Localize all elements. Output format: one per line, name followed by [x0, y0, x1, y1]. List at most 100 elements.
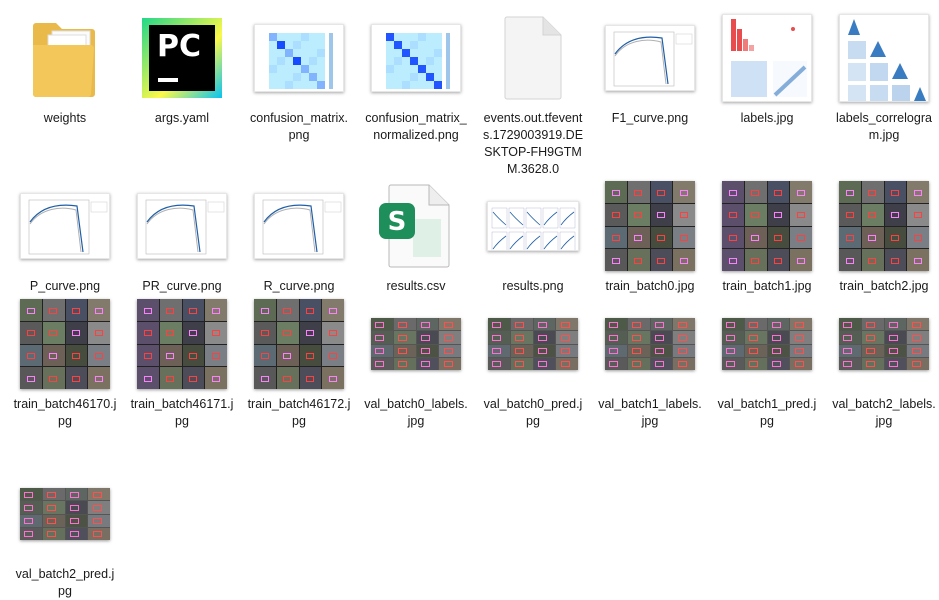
file-name-label: train_batch46171.jpg [130, 397, 234, 428]
file-item[interactable]: train_batch2.jpg [829, 180, 939, 295]
confusion-matrix-thumbnail [371, 24, 461, 92]
file-item[interactable]: train_batch46171.jpg [127, 298, 237, 430]
file-item[interactable]: val_batch0_pred.jpg [478, 298, 588, 430]
validation-batch-thumbnail [839, 318, 929, 370]
image-batch-thumbnail [839, 181, 929, 271]
file-name-label: events.out.tfevents.1729003919.DESKTOP-F… [482, 111, 584, 176]
curve-chart-thumbnail [20, 193, 110, 259]
validation-batch-thumbnail [605, 318, 695, 370]
file-item[interactable]: S results.csv [361, 180, 471, 295]
file-name-label: labels_correlogram.jpg [836, 111, 932, 142]
file-thumbnail [244, 298, 354, 390]
file-name-label: labels.jpg [740, 111, 794, 125]
file-name-label: args.yaml [154, 111, 210, 125]
curve-chart-thumbnail [605, 25, 695, 91]
file-item[interactable]: train_batch46170.jpg [10, 298, 120, 430]
results-plot-thumbnail [487, 201, 579, 251]
file-name-label: R_curve.png [263, 279, 335, 293]
file-item[interactable]: val_batch2_labels.jpg [829, 298, 939, 430]
file-item[interactable]: PC args.yaml [127, 12, 237, 127]
file-name-label: val_batch1_labels.jpg [598, 397, 702, 428]
image-batch-thumbnail [254, 299, 344, 389]
file-thumbnail [10, 180, 120, 272]
file-item[interactable]: val_batch2_pred.jpg [10, 468, 120, 600]
file-thumbnail [478, 12, 588, 104]
file-item[interactable]: results.png [478, 180, 588, 295]
file-item[interactable]: R_curve.png [244, 180, 354, 295]
curve-chart-thumbnail [254, 193, 344, 259]
file-name-label: results.csv [386, 279, 446, 293]
validation-batch-thumbnail [722, 318, 812, 370]
file-name-label: results.png [502, 279, 564, 293]
file-thumbnail [127, 298, 237, 390]
file-name-label: confusion_matrix.png [250, 111, 348, 142]
file-thumbnail [10, 468, 120, 560]
file-item[interactable]: labels.jpg [712, 12, 822, 127]
file-thumbnail [478, 180, 588, 272]
file-thumbnail [127, 180, 237, 272]
file-thumbnail: S [361, 180, 471, 272]
file-name-label: train_batch46170.jpg [13, 397, 117, 428]
spreadsheet-icon: S [379, 184, 450, 268]
file-thumbnail [361, 298, 471, 390]
file-item[interactable]: val_batch1_pred.jpg [712, 298, 822, 430]
file-thumbnail [10, 12, 120, 104]
file-thumbnail [712, 12, 822, 104]
file-name-label: val_batch2_labels.jpg [832, 397, 936, 428]
file-thumbnail [478, 298, 588, 390]
curve-chart-thumbnail [137, 193, 227, 259]
file-thumbnail [244, 180, 354, 272]
image-batch-thumbnail [20, 299, 110, 389]
file-item[interactable]: train_batch1.jpg [712, 180, 822, 295]
file-name-label: train_batch2.jpg [839, 279, 929, 293]
file-thumbnail: PC [127, 12, 237, 104]
file-name-label: confusion_matrix_normalized.png [365, 111, 467, 142]
document-icon [504, 16, 562, 100]
file-item[interactable]: PR_curve.png [127, 180, 237, 295]
file-name-label: val_batch1_pred.jpg [717, 397, 817, 428]
file-thumbnail [829, 180, 939, 272]
file-item[interactable]: confusion_matrix.png [244, 12, 354, 144]
pycharm-icon: PC [142, 18, 222, 98]
file-name-label: F1_curve.png [611, 111, 689, 125]
file-item[interactable]: train_batch46172.jpg [244, 298, 354, 430]
image-batch-thumbnail [722, 181, 812, 271]
file-item[interactable]: confusion_matrix_normalized.png [361, 12, 471, 144]
validation-batch-thumbnail [20, 488, 110, 540]
file-name-label: train_batch0.jpg [605, 279, 695, 293]
file-item[interactable]: val_batch1_labels.jpg [595, 298, 705, 430]
file-thumbnail [595, 298, 705, 390]
image-batch-thumbnail [137, 299, 227, 389]
confusion-matrix-thumbnail [254, 24, 344, 92]
file-name-label: train_batch1.jpg [722, 279, 812, 293]
file-thumbnail [595, 12, 705, 104]
validation-batch-thumbnail [488, 318, 578, 370]
file-thumbnail [712, 180, 822, 272]
file-thumbnail [712, 298, 822, 390]
file-item[interactable]: P_curve.png [10, 180, 120, 295]
file-item[interactable]: events.out.tfevents.1729003919.DESKTOP-F… [478, 12, 588, 178]
file-thumbnail [829, 12, 939, 104]
file-name-label: P_curve.png [29, 279, 101, 293]
file-thumbnail [829, 298, 939, 390]
validation-batch-thumbnail [371, 318, 461, 370]
file-name-label: val_batch2_pred.jpg [15, 567, 115, 598]
file-item[interactable]: weights [10, 12, 120, 127]
file-item[interactable]: val_batch0_labels.jpg [361, 298, 471, 430]
file-name-label: PR_curve.png [142, 279, 222, 293]
file-name-label: val_batch0_pred.jpg [483, 397, 583, 428]
image-batch-thumbnail [605, 181, 695, 271]
folder-icon [33, 23, 95, 97]
file-name-label: weights [43, 111, 87, 125]
file-thumbnail [595, 180, 705, 272]
file-item[interactable]: labels_correlogram.jpg [829, 12, 939, 144]
file-thumbnail [244, 12, 354, 104]
file-thumbnail [10, 298, 120, 390]
file-item[interactable]: train_batch0.jpg [595, 180, 705, 295]
correlogram-thumbnail [839, 14, 929, 102]
file-thumbnail [361, 12, 471, 104]
file-item[interactable]: F1_curve.png [595, 12, 705, 127]
svg-text:S: S [388, 207, 407, 237]
labels-plot-thumbnail [722, 14, 812, 102]
file-name-label: train_batch46172.jpg [247, 397, 351, 428]
